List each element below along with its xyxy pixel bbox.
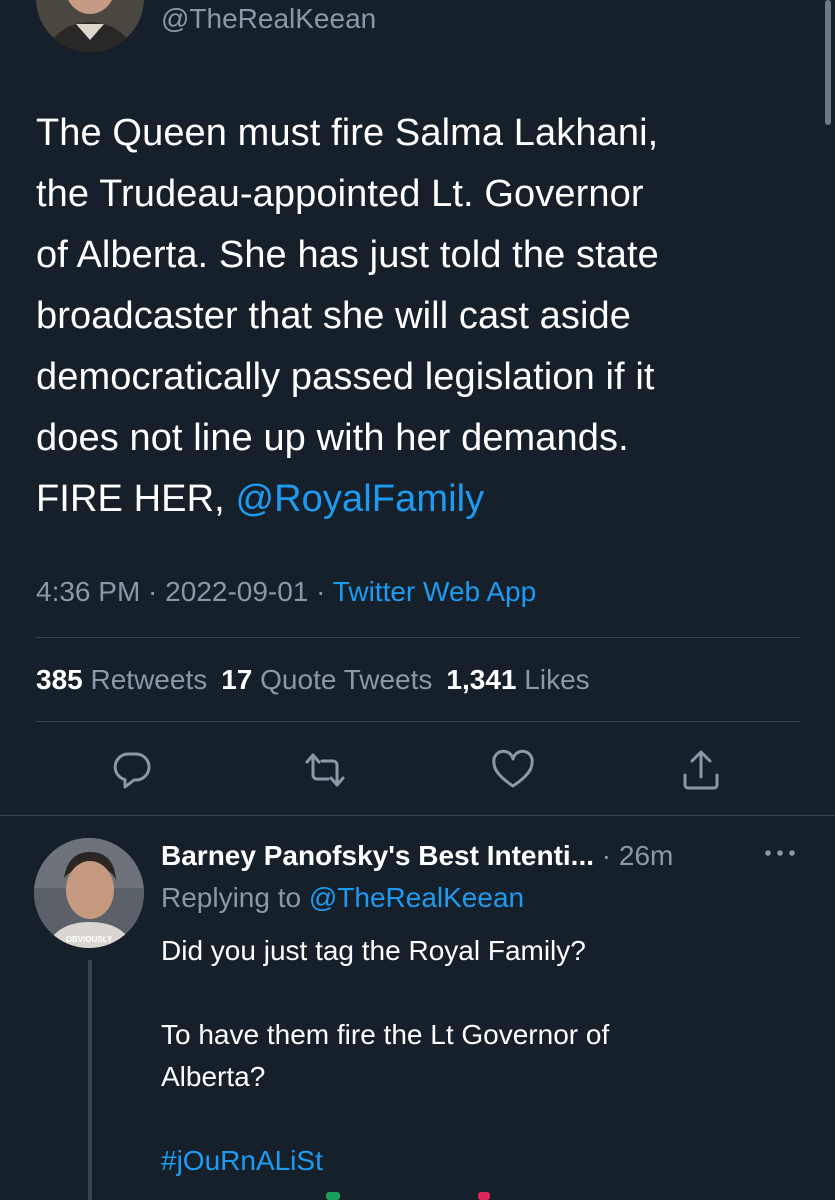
tweet-date[interactable]: 2022-09-01 <box>165 576 308 607</box>
retweets-stat[interactable]: 385 Retweets <box>36 664 207 695</box>
retweet-icon <box>305 753 345 787</box>
reply-icon <box>113 752 151 789</box>
replying-prefix: Replying to <box>161 882 309 913</box>
quote-tweets-stat[interactable]: 17 Quote Tweets <box>221 664 432 695</box>
reply-text: Did you just tag the Royal Family? To ha… <box>161 930 801 1182</box>
reply-time-separator: · <box>594 840 619 871</box>
tweet-body: The Queen must fire Salma Lakhani, the T… <box>36 112 659 520</box>
like-icon <box>492 749 534 788</box>
reply-retweet-icon-partial[interactable] <box>326 1192 340 1200</box>
tweet-meta: 4:36 PM · 2022-09-01 · Twitter Web App <box>36 574 536 610</box>
quote-tweets-label: Quote Tweets <box>260 664 433 695</box>
tweet-text: The Queen must fire Salma Lakhani, the T… <box>36 103 806 530</box>
reply-author-avatar[interactable]: OBVIOUSLY <box>34 838 144 948</box>
divider <box>0 815 835 816</box>
replying-to-mention-link[interactable]: @TheRealKeean <box>309 882 524 913</box>
scrollbar[interactable] <box>825 0 831 125</box>
tweet-stats: 385 Retweets 17 Quote Tweets 1,341 Likes <box>36 662 604 698</box>
divider <box>36 721 800 722</box>
thread-line <box>88 960 92 1200</box>
reply-like-icon-partial[interactable] <box>478 1192 490 1200</box>
tweet-detail-page: @TheRealKeean The Queen must fire Salma … <box>0 0 835 1200</box>
share-button[interactable] <box>676 745 726 795</box>
author-handle[interactable]: @TheRealKeean <box>161 2 376 36</box>
replying-to: Replying to @TheRealKeean <box>161 880 524 916</box>
reply-header: Barney Panofsky's Best Intenti... · 26m <box>161 838 673 874</box>
likes-count: 1,341 <box>446 664 517 695</box>
reply-time[interactable]: 26m <box>619 840 673 871</box>
reply-body: Did you just tag the Royal Family? To ha… <box>161 935 610 1092</box>
more-icon <box>765 850 795 856</box>
reply-author-name[interactable]: Barney Panofsky's Best Intenti... <box>161 840 594 871</box>
retweet-button[interactable] <box>300 745 350 795</box>
quote-tweets-count: 17 <box>221 664 253 695</box>
meta-separator: · <box>140 576 166 607</box>
divider <box>36 637 800 638</box>
retweets-count: 385 <box>36 664 83 695</box>
retweets-label: Retweets <box>90 664 208 695</box>
share-icon <box>683 750 719 790</box>
likes-label: Likes <box>524 664 590 695</box>
more-options-button[interactable] <box>762 840 798 870</box>
tweet-action-bar <box>0 745 835 795</box>
likes-stat[interactable]: 1,341 Likes <box>446 664 589 695</box>
tweet-time[interactable]: 4:36 PM <box>36 576 140 607</box>
hashtag-link[interactable]: #jOuRnALiSt <box>161 1145 323 1176</box>
reply-button[interactable] <box>107 745 157 795</box>
royalfamily-mention-link[interactable]: @RoyalFamily <box>235 478 484 520</box>
tweet-source-link[interactable]: Twitter Web App <box>333 576 536 607</box>
author-avatar[interactable] <box>36 0 144 52</box>
meta-separator-2: · <box>308 576 333 607</box>
avatar-caption: OBVIOUSLY <box>66 935 113 944</box>
like-button[interactable] <box>488 745 538 795</box>
